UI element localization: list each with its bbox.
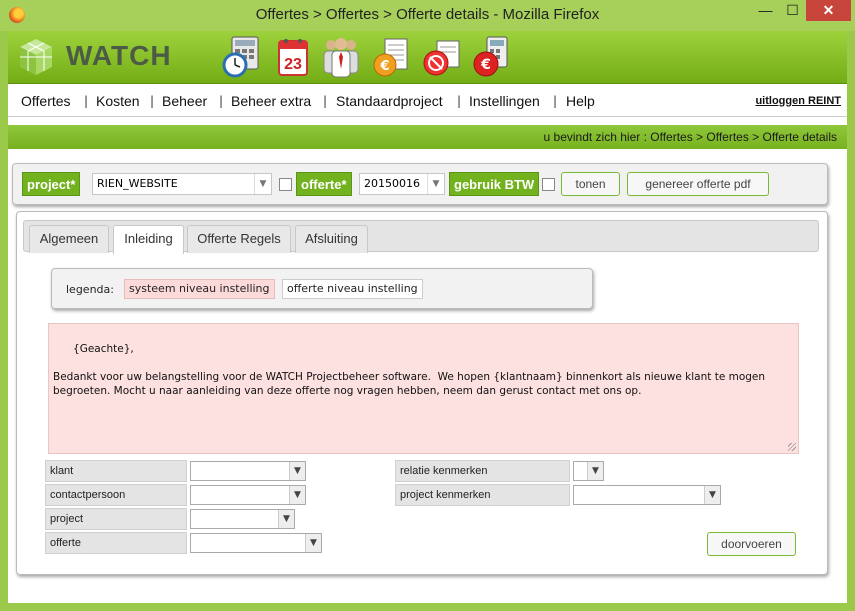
- intro-text: {Geachte}, Bedankt voor uw belangstellin…: [53, 343, 766, 397]
- contactpersoon-select[interactable]: ▼: [190, 485, 306, 505]
- close-button[interactable]: ✕: [806, 0, 851, 21]
- klant-label: klant: [45, 460, 187, 482]
- clock-calculator-icon[interactable]: [222, 35, 262, 79]
- menu-item-help[interactable]: Help: [566, 93, 595, 109]
- calendar-icon[interactable]: 23: [273, 35, 313, 79]
- menu-separator: |: [457, 94, 462, 108]
- doorvoeren-button[interactable]: doorvoeren: [707, 532, 796, 556]
- chevron-down-icon[interactable]: ▼: [289, 486, 305, 504]
- people-icon[interactable]: [321, 35, 361, 79]
- offerte-value: 20150016: [364, 177, 420, 190]
- project-label: project*: [22, 172, 81, 196]
- legend-system-level: systeem niveau instelling: [124, 279, 275, 299]
- menu-item-standaardproject[interactable]: Standaardproject: [336, 93, 443, 109]
- offerte-detail-panel: Algemeen Inleiding Offerte Regels Afslui…: [16, 211, 828, 575]
- project-checkbox[interactable]: [279, 178, 292, 191]
- chevron-down-icon[interactable]: ▼: [587, 462, 603, 480]
- breadcrumb-bar: u bevindt zich hier : Offertes > Offerte…: [8, 125, 847, 149]
- tab-inleiding[interactable]: Inleiding: [113, 225, 184, 254]
- klant-select[interactable]: ▼: [190, 461, 306, 481]
- svg-text:€: €: [480, 57, 491, 73]
- chevron-down-icon[interactable]: ▼: [305, 534, 321, 552]
- menu-item-kosten[interactable]: Kosten: [96, 93, 140, 109]
- resize-handle-icon[interactable]: [788, 443, 796, 451]
- watch-logo-icon: [20, 39, 52, 75]
- menu-item-beheer[interactable]: Beheer: [162, 93, 207, 109]
- chevron-down-icon[interactable]: ▼: [427, 174, 444, 194]
- svg-text:€: €: [379, 59, 389, 74]
- chevron-down-icon[interactable]: ▼: [289, 462, 305, 480]
- window-titlebar: Offertes > Offertes > Offerte details - …: [0, 0, 855, 31]
- tab-afsluiting[interactable]: Afsluiting: [295, 225, 368, 253]
- breadcrumb: u bevindt zich hier : Offertes > Offerte…: [543, 130, 837, 144]
- menu-separator: |: [553, 94, 558, 108]
- project-kenmerken-select[interactable]: ▼: [573, 485, 721, 505]
- offerte-select[interactable]: 20150016 ▼: [359, 173, 445, 195]
- browser-content: WATCH 23 € € Offertes | Kosten | Beheer …: [8, 31, 847, 603]
- menu-item-instellingen[interactable]: Instellingen: [469, 93, 540, 109]
- menu-item-offertes[interactable]: Offertes: [21, 93, 71, 109]
- genereer-pdf-button[interactable]: genereer offerte pdf: [627, 172, 769, 196]
- window-title: Offertes > Offertes > Offerte details - …: [255, 6, 600, 23]
- logout-link[interactable]: uitloggen REINT: [755, 95, 841, 107]
- chevron-down-icon[interactable]: ▼: [254, 174, 271, 194]
- project-toolbar: project* RIEN_WEBSITE ▼ offerte* 2015001…: [12, 163, 828, 205]
- offerte-field-label: offerte: [45, 532, 187, 554]
- maximize-button[interactable]: ☐: [779, 0, 806, 21]
- btw-checkbox[interactable]: [542, 178, 555, 191]
- calendar-day-text: 23: [284, 56, 302, 73]
- legend-box: legenda: systeem niveau instelling offer…: [51, 268, 593, 309]
- offerte-field-select[interactable]: ▼: [190, 533, 322, 553]
- menu-separator: |: [84, 94, 89, 108]
- project-field-select[interactable]: ▼: [190, 509, 295, 529]
- project-value: RIEN_WEBSITE: [97, 177, 178, 190]
- tab-offerte-regels[interactable]: Offerte Regels: [187, 225, 291, 253]
- project-field-label: project: [45, 508, 187, 530]
- chevron-down-icon[interactable]: ▼: [278, 510, 294, 528]
- legend-offerte-level: offerte niveau instelling: [282, 279, 423, 299]
- relatie-kenmerken-label: relatie kenmerken: [395, 460, 570, 482]
- tab-algemeen[interactable]: Algemeen: [29, 225, 109, 253]
- btw-label: gebruik BTW: [449, 172, 540, 196]
- euro-invoice-icon[interactable]: €: [371, 35, 411, 79]
- offerte-label: offerte*: [296, 172, 352, 196]
- legend-label: legenda:: [66, 283, 114, 296]
- project-kenmerken-label: project kenmerken: [395, 484, 570, 506]
- logo-text: WATCH: [66, 40, 172, 71]
- chevron-down-icon[interactable]: ▼: [704, 486, 720, 504]
- relatie-kenmerken-select[interactable]: ▼: [573, 461, 604, 481]
- minimize-button[interactable]: —: [752, 0, 779, 21]
- tonen-button[interactable]: tonen: [561, 172, 620, 196]
- euro-calculator-icon[interactable]: €: [471, 35, 511, 79]
- euro-no-icon[interactable]: [421, 35, 461, 79]
- main-menu: Offertes | Kosten | Beheer | Beheer extr…: [8, 85, 847, 117]
- project-combobox[interactable]: RIEN_WEBSITE ▼: [92, 173, 272, 195]
- menu-separator: |: [150, 94, 155, 108]
- menu-separator: |: [323, 94, 328, 108]
- contactpersoon-label: contactpersoon: [45, 484, 187, 506]
- header-banner: WATCH 23 € €: [8, 31, 847, 84]
- intro-textarea[interactable]: {Geachte}, Bedankt voor uw belangstellin…: [48, 323, 799, 454]
- tab-strip: Algemeen Inleiding Offerte Regels Afslui…: [23, 220, 819, 254]
- menu-item-beheer-extra[interactable]: Beheer extra: [231, 93, 311, 109]
- menu-separator: |: [219, 94, 224, 108]
